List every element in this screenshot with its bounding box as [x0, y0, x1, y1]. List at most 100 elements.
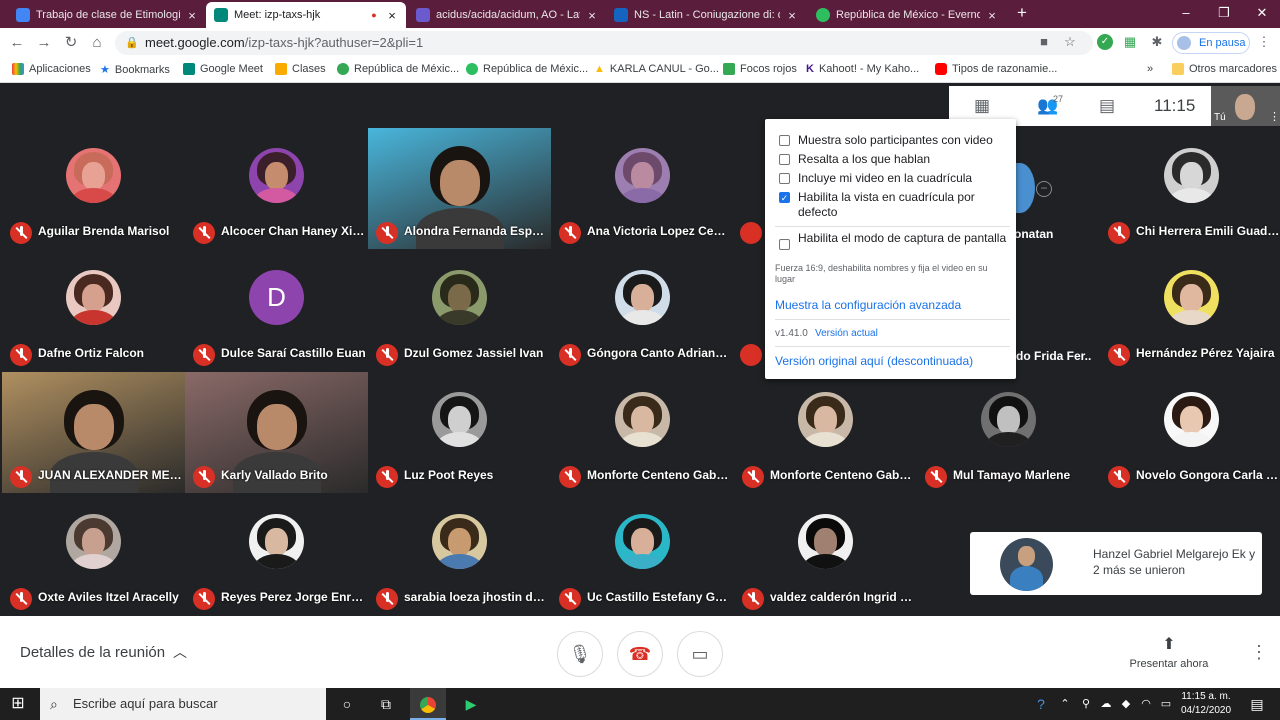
- bookmark-item[interactable]: Focos rojos: [723, 63, 797, 75]
- back-icon[interactable]: ←: [8, 34, 26, 52]
- checkbox[interactable]: [779, 239, 790, 250]
- participant-tile[interactable]: D Dulce Saraí Castillo Euan: [185, 250, 368, 371]
- close-icon[interactable]: ×: [186, 8, 198, 23]
- extensions-icon[interactable]: ✱: [1149, 34, 1165, 50]
- participant-tile[interactable]: Góngora Canto Adriana E...: [551, 250, 734, 371]
- tab-latin-acidus[interactable]: acidus/acida/acidum, AO - Latin ×: [408, 2, 606, 28]
- bookmark-item[interactable]: República de Méxic...: [337, 63, 459, 75]
- tab-latin-coniugazione[interactable]: NS - Latin - Coniugazione di: del ×: [606, 2, 806, 28]
- menu-icon[interactable]: ⋮: [1256, 34, 1272, 50]
- close-icon[interactable]: ×: [586, 8, 598, 23]
- bookmark-item[interactable]: ★ Bookmarks: [100, 63, 170, 77]
- advanced-settings-link[interactable]: Muestra la configuración avanzada: [775, 298, 961, 312]
- participant-tile[interactable]: Aguilar Brenda Marisol: [2, 128, 185, 249]
- self-view[interactable]: Tú ⋮: [1211, 86, 1280, 126]
- notifications-icon[interactable]: ▤: [1242, 688, 1272, 720]
- help-icon[interactable]: ?: [1030, 688, 1052, 720]
- participant-tile[interactable]: Monforte Centeno Gabrie...: [551, 372, 734, 493]
- bookmark-item[interactable]: Tipos de razonamie...: [935, 63, 1057, 75]
- checkbox[interactable]: [779, 173, 790, 184]
- participant-tile[interactable]: Dzul Gomez Jassiel Ivan: [368, 250, 551, 371]
- checkbox[interactable]: [779, 154, 790, 165]
- chevron-up-icon[interactable]: ︿: [173, 642, 187, 662]
- close-icon[interactable]: ×: [386, 8, 398, 23]
- participant-tile[interactable]: Chi Herrera Emili Guadal...: [1100, 128, 1280, 249]
- original-version-link[interactable]: Versión original aquí (descontinuada): [775, 354, 973, 368]
- option-video-only[interactable]: Muestra solo participantes con video: [779, 133, 1009, 147]
- grammarly-icon[interactable]: ✓: [1097, 34, 1113, 50]
- grid-extension-icon[interactable]: ▦: [1122, 34, 1138, 50]
- participant-tile[interactable]: Oxte Aviles Itzel Aracelly: [2, 494, 185, 615]
- participant-tile[interactable]: Dafne Ortiz Falcon: [2, 250, 185, 371]
- microphone-button[interactable]: 🎙: [557, 631, 603, 677]
- bookmark-item[interactable]: ▲ KARLA CANUL - Go...: [594, 63, 719, 75]
- meeting-details-button[interactable]: Detalles de la reunión: [20, 644, 165, 661]
- participant-tile[interactable]: Hernández Pérez Yajaira: [1100, 250, 1280, 371]
- tab-evernote[interactable]: República de México - Evernote ×: [808, 2, 1006, 28]
- participant-tile[interactable]: Karly Vallado Brito: [185, 372, 368, 493]
- more-options-icon[interactable]: ⋮: [1269, 110, 1280, 123]
- checkbox-checked[interactable]: ✓: [779, 192, 790, 203]
- address-bar[interactable]: 🔒 meet.google.com/izp-taxs-hjk?authuser=…: [115, 31, 1093, 55]
- app-icon[interactable]: ▶: [453, 688, 489, 720]
- participant-tile[interactable]: Alcocer Chan Haney Xio...: [185, 128, 368, 249]
- participant-tile[interactable]: Luz Poot Reyes: [368, 372, 551, 493]
- option-include-self[interactable]: Incluye mi video en la cuadrícula: [779, 171, 1009, 185]
- chrome-icon[interactable]: [410, 688, 446, 720]
- participant-tile[interactable]: Monforte Centeno Gabrie...: [734, 372, 917, 493]
- tab-etimologias[interactable]: Trabajo de clase de Etimologías I ×: [8, 2, 206, 28]
- bookmark-item[interactable]: República de Méxic...: [466, 63, 588, 75]
- bookmark-item[interactable]: Google Meet: [183, 63, 263, 75]
- participant-tile[interactable]: Reyes Perez Jorge Enrique: [185, 494, 368, 615]
- network-icon[interactable]: ⚲: [1077, 688, 1095, 720]
- wifi-icon[interactable]: ◠: [1137, 688, 1155, 720]
- windows-start-icon[interactable]: ⊞: [0, 688, 36, 720]
- camera-button[interactable]: ▭: [677, 631, 723, 677]
- leave-call-button[interactable]: ☎: [617, 631, 663, 677]
- camera-icon[interactable]: ■: [1036, 34, 1052, 50]
- participant-tile[interactable]: sarabia loeza jhostin donic: [368, 494, 551, 615]
- checkbox[interactable]: [779, 135, 790, 146]
- participant-tile[interactable]: JUAN ALEXANDER MEN...: [2, 372, 185, 493]
- star-icon[interactable]: ☆: [1062, 34, 1078, 50]
- option-screen-capture[interactable]: Habilita el modo de captura de pantalla: [779, 231, 1009, 250]
- profile-button[interactable]: En pausa: [1172, 32, 1250, 54]
- minus-icon[interactable]: −: [1036, 181, 1052, 197]
- cortana-icon[interactable]: ○: [329, 688, 365, 720]
- minimize-button[interactable]: –: [1176, 5, 1196, 20]
- option-highlight-speakers[interactable]: Resalta a los que hablan: [779, 152, 1009, 166]
- bookmark-apps[interactable]: Aplicaciones: [12, 63, 91, 75]
- tab-meet[interactable]: Meet: izp-taxs-hjk ● ×: [206, 2, 406, 28]
- chevron-up-icon[interactable]: ⌃: [1056, 688, 1074, 720]
- more-bookmarks-button[interactable]: »: [1147, 63, 1153, 75]
- task-view-icon[interactable]: ⧉: [368, 688, 404, 720]
- participant-tile[interactable]: Novelo Gongora Carla M...: [1100, 372, 1280, 493]
- new-tab-button[interactable]: +: [1012, 3, 1032, 23]
- participant-tile[interactable]: Mul Tamayo Marlene: [917, 372, 1100, 493]
- bookmark-item[interactable]: Clases: [275, 63, 326, 75]
- current-version-link[interactable]: Versión actual: [815, 328, 878, 339]
- taskbar-search[interactable]: ⌕ Escribe aquí para buscar: [40, 688, 326, 720]
- bookmark-item[interactable]: K Kahoot! - My Kaho...: [806, 63, 919, 75]
- participant-tile[interactable]: valdez calderón Ingrid Xi...: [734, 494, 917, 615]
- cloud-icon[interactable]: ☁: [1097, 688, 1115, 720]
- participant-tile[interactable]: Alondra Fernanda Esparz...: [368, 128, 551, 249]
- system-clock[interactable]: 11:15 a. m. 04/12/2020: [1175, 690, 1237, 718]
- option-default-grid[interactable]: ✓ Habilita la vista en cuadrícula por def…: [779, 190, 1009, 220]
- participant-tile[interactable]: Uc Castillo Estefany Gua...: [551, 494, 734, 615]
- forward-icon[interactable]: →: [35, 34, 53, 52]
- more-options-icon[interactable]: ⋮: [1250, 642, 1268, 663]
- maximize-button[interactable]: ❐: [1214, 5, 1234, 21]
- grid-view-icon[interactable]: ▦: [974, 96, 990, 116]
- reload-icon[interactable]: ↻: [62, 34, 80, 52]
- chat-icon[interactable]: ▤: [1099, 96, 1115, 116]
- participant-tile[interactable]: Ana Victoria Lopez Cebal...: [551, 128, 734, 249]
- close-icon[interactable]: ×: [986, 8, 998, 23]
- home-icon[interactable]: ⌂: [88, 34, 106, 52]
- close-icon[interactable]: ×: [786, 8, 798, 23]
- dropbox-icon[interactable]: ◆: [1117, 688, 1135, 720]
- other-bookmarks[interactable]: Otros marcadores: [1172, 63, 1277, 75]
- window-close-button[interactable]: ✕: [1252, 5, 1272, 21]
- battery-icon[interactable]: ▭: [1157, 688, 1175, 720]
- present-now-button[interactable]: ⬆ Presentar ahora: [1125, 634, 1213, 670]
